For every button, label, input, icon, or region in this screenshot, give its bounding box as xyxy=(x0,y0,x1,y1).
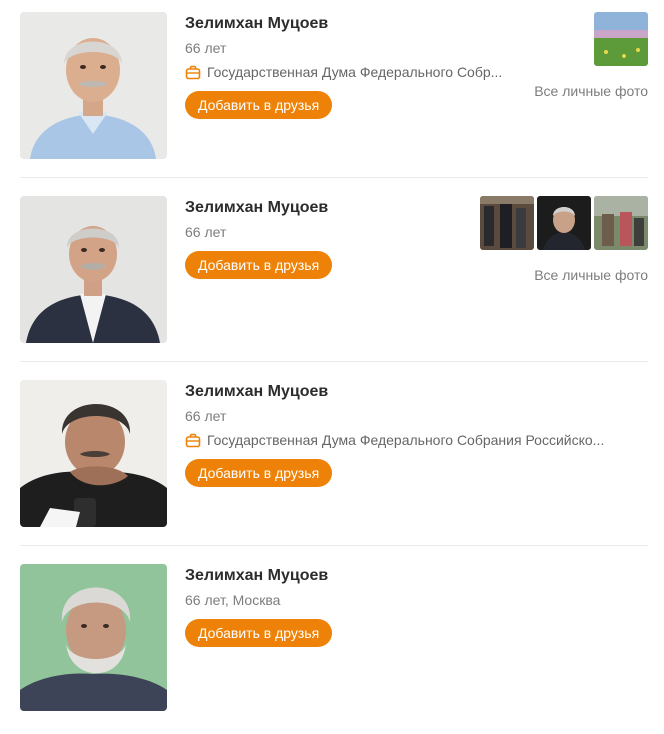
list-item: Зелимхан Муцоев 66 лет Добавить в друзья xyxy=(20,178,648,362)
list-item: Зелимхан Муцоев 66 лет Государственная Д… xyxy=(20,362,648,546)
profile-age: 66 лет xyxy=(185,40,227,56)
all-photos-link[interactable]: Все личные фото xyxy=(534,82,648,100)
photo-thumbnail[interactable] xyxy=(594,196,648,250)
briefcase-icon xyxy=(185,433,201,447)
search-results-list: Зелимхан Муцоев 66 лет Государственная Д… xyxy=(0,0,664,730)
photo-strip xyxy=(480,196,648,250)
avatar[interactable] xyxy=(20,380,167,527)
photo-strip xyxy=(594,12,648,66)
work-place-text: Государственная Дума Федерального Собран… xyxy=(207,432,605,448)
add-friend-button[interactable]: Добавить в друзья xyxy=(185,619,333,647)
list-item: Зелимхан Муцоев 66 лет Государственная Д… xyxy=(20,0,648,178)
profile-name[interactable]: Зелимхан Муцоев xyxy=(185,14,328,34)
result-info: Зелимхан Муцоев 66 лет Государственная Д… xyxy=(185,14,648,119)
work-place-text: Государственная Дума Федерального Собр..… xyxy=(207,64,503,80)
photo-thumbnail[interactable] xyxy=(537,196,591,250)
photo-thumbnail[interactable] xyxy=(480,196,534,250)
profile-name[interactable]: Зелимхан Муцоев xyxy=(185,198,328,218)
profile-name[interactable]: Зелимхан Муцоев xyxy=(185,382,328,402)
briefcase-icon xyxy=(185,65,201,79)
list-item: Зелимхан Муцоев 66 лет, Москва Добавить … xyxy=(20,546,648,730)
photo-thumbnail[interactable] xyxy=(594,12,648,66)
result-info: Зелимхан Муцоев 66 лет Государственная Д… xyxy=(185,382,648,487)
add-friend-button[interactable]: Добавить в друзья xyxy=(185,91,333,119)
profile-age: 66 лет xyxy=(185,408,227,424)
avatar[interactable] xyxy=(20,564,167,711)
add-friend-button[interactable]: Добавить в друзья xyxy=(185,459,333,487)
avatar[interactable] xyxy=(20,12,167,159)
result-info: Зелимхан Муцоев 66 лет, Москва Добавить … xyxy=(185,566,648,647)
profile-name[interactable]: Зелимхан Муцоев xyxy=(185,566,328,586)
all-photos-link[interactable]: Все личные фото xyxy=(534,266,648,284)
work-place: Государственная Дума Федерального Собран… xyxy=(185,431,625,449)
add-friend-button[interactable]: Добавить в друзья xyxy=(185,251,333,279)
avatar[interactable] xyxy=(20,196,167,343)
work-place: Государственная Дума Федерального Собр..… xyxy=(185,63,515,81)
profile-age: 66 лет, Москва xyxy=(185,592,281,608)
